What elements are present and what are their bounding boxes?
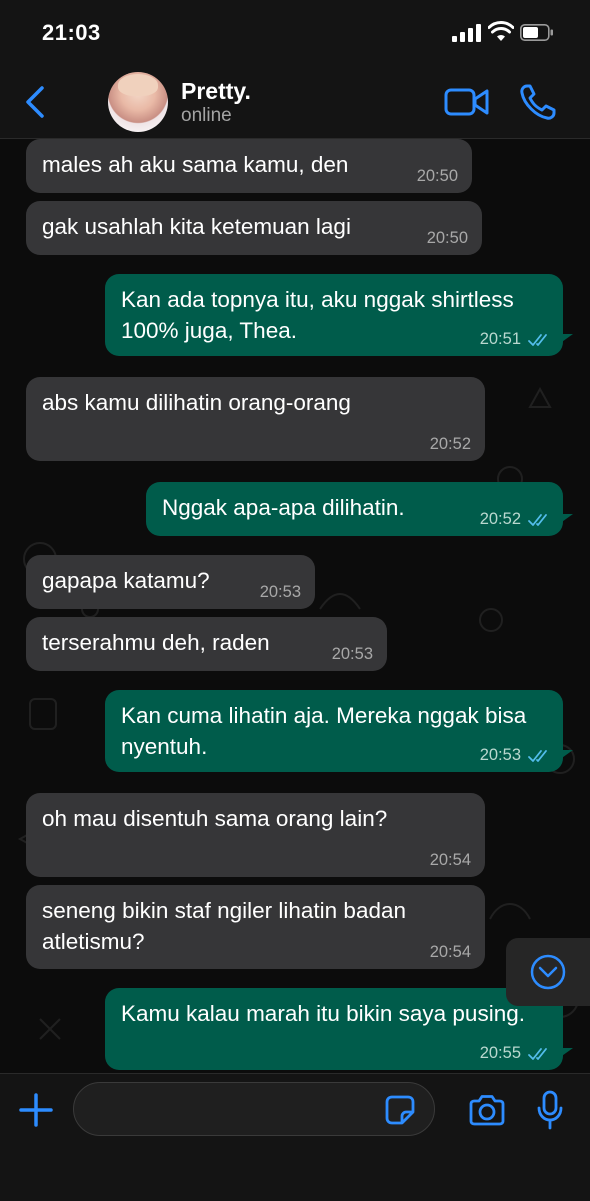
microphone-icon <box>537 1090 563 1130</box>
status-bar: 21:03 <box>0 0 590 68</box>
message-text: gak usahlah kita ketemuan lagi <box>42 214 351 239</box>
contact-name[interactable]: Pretty. <box>181 78 251 105</box>
message-input[interactable] <box>73 1082 435 1136</box>
message-text: seneng bikin staf ngiler lihatin badan a… <box>42 898 406 954</box>
incoming-message-bubble[interactable]: seneng bikin staf ngiler lihatin badan a… <box>26 885 485 969</box>
message-text: Kamu kalau marah itu bikin saya pusing. <box>121 1001 525 1026</box>
bubble-tail <box>559 334 573 344</box>
plus-icon <box>19 1093 53 1127</box>
outgoing-message-bubble[interactable]: Kamu kalau marah itu bikin saya pusing. 2… <box>105 988 573 1070</box>
contact-status: online <box>181 105 232 126</box>
message-timestamp: 20:51 <box>479 330 521 348</box>
double-check-icon <box>528 1048 547 1060</box>
message-timestamp: 20:54 <box>429 943 471 961</box>
chat-area[interactable]: males ah aku sama kamu, den 20:50 gak usah… <box>0 139 590 1073</box>
chevron-down-circle-icon <box>530 954 566 990</box>
scroll-to-bottom-button[interactable] <box>506 938 590 1006</box>
chevron-left-icon <box>26 86 44 118</box>
message-timestamp: 20:53 <box>479 746 521 764</box>
double-check-icon <box>528 750 547 762</box>
status-time: 21:03 <box>42 20 101 45</box>
message-timestamp: 20:52 <box>479 510 521 528</box>
bubble-tail <box>559 750 573 760</box>
message-timestamp: 20:53 <box>259 583 301 601</box>
message-timestamp: 20:50 <box>426 229 468 247</box>
message-text: males ah aku sama kamu, den <box>42 152 349 177</box>
bubble-tail <box>559 514 573 524</box>
message-text: abs kamu dilihatin orang-orang <box>42 390 351 415</box>
wifi-icon <box>488 21 514 41</box>
message-timestamp: 20:52 <box>429 435 471 453</box>
camera-icon <box>469 1095 505 1126</box>
outgoing-message-bubble[interactable]: Kan cuma lihatin aja. Mereka nggak bisa … <box>105 690 573 772</box>
sticker-icon <box>385 1095 415 1125</box>
message-timestamp: 20:55 <box>479 1044 521 1062</box>
incoming-message-bubble[interactable]: gapapa katamu? 20:53 <box>26 555 315 609</box>
incoming-message-bubble[interactable]: terserahmu deh, raden 20:53 <box>26 617 387 671</box>
back-button[interactable] <box>22 84 50 120</box>
microphone-button[interactable] <box>536 1090 564 1130</box>
message-text: oh mau disentuh sama orang lain? <box>42 806 388 831</box>
message-text: terserahmu deh, raden <box>42 630 270 655</box>
voice-call-button[interactable] <box>518 82 558 122</box>
phone-icon <box>520 84 556 120</box>
camera-button[interactable] <box>468 1094 506 1126</box>
video-camera-icon <box>444 88 489 116</box>
input-bar <box>0 1073 590 1201</box>
double-check-icon <box>528 334 547 346</box>
video-call-button[interactable] <box>444 86 490 118</box>
attach-button[interactable] <box>18 1092 54 1128</box>
chat-header: Pretty. online <box>0 68 590 139</box>
bubble-tail <box>559 1048 573 1058</box>
incoming-message-bubble[interactable]: males ah aku sama kamu, den 20:50 <box>26 139 472 193</box>
avatar[interactable] <box>108 72 168 132</box>
incoming-message-bubble[interactable]: gak usahlah kita ketemuan lagi 20:50 <box>26 201 482 255</box>
message-timestamp: 20:54 <box>429 851 471 869</box>
message-timestamp: 20:53 <box>331 645 373 663</box>
battery-icon <box>520 24 553 41</box>
outgoing-message-bubble[interactable]: Nggak apa-apa dilihatin. 20:52 <box>146 482 573 536</box>
outgoing-message-bubble[interactable]: Kan ada topnya itu, aku nggak shirtless … <box>105 274 573 356</box>
cellular-signal-icon <box>452 24 482 42</box>
message-timestamp: 20:50 <box>416 167 458 185</box>
incoming-message-bubble[interactable]: oh mau disentuh sama orang lain? 20:54 <box>26 793 485 877</box>
double-check-icon <box>528 514 547 526</box>
incoming-message-bubble[interactable]: abs kamu dilihatin orang-orang 20:52 <box>26 377 485 461</box>
sticker-button[interactable] <box>384 1094 416 1126</box>
